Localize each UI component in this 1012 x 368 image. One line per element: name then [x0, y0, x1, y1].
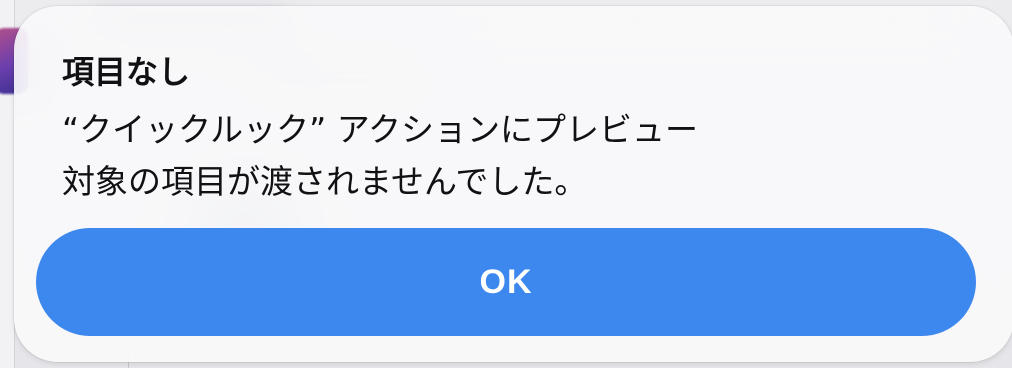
alert-message-line: “クイックルック” アクションにプレビュー: [62, 110, 699, 149]
alert-message: “クイックルック” アクションにプレビュー 対象の項目が渡されませんでした。: [62, 104, 962, 208]
ok-button[interactable]: OK: [36, 228, 976, 336]
alert-dialog: 項目なし “クイックルック” アクションにプレビュー 対象の項目が渡されませんで…: [14, 6, 1012, 362]
alert-message-line: 対象の項目が渡されませんでした。: [62, 162, 588, 201]
alert-title: 項目なし: [62, 53, 191, 91]
